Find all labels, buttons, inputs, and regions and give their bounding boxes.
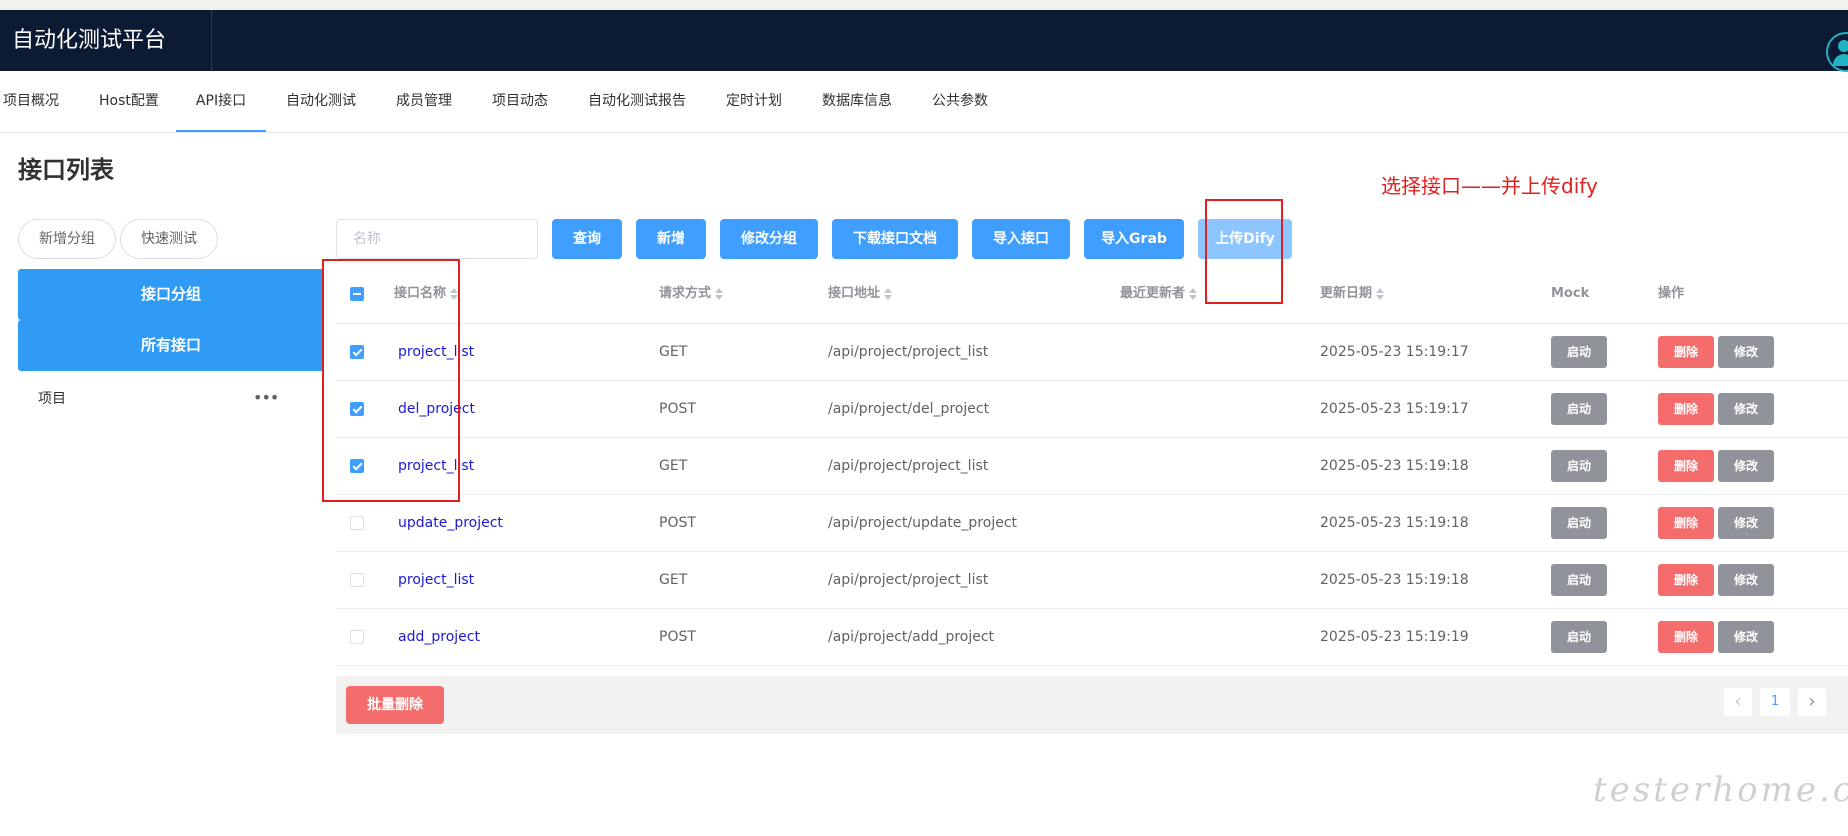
group-header: 接口分组	[18, 269, 324, 320]
more-icon[interactable]: •••	[253, 388, 279, 407]
app-title: 自动化测试平台	[12, 28, 167, 53]
mock-start-button[interactable]: 启动	[1551, 450, 1607, 482]
app-header: 自动化测试平台	[0, 10, 1848, 72]
update-date: 2025-05-23 15:19:17	[1320, 344, 1469, 360]
table-row: project_list GET /api/project/project_li…	[336, 552, 1848, 609]
delete-button[interactable]: 删除	[1658, 564, 1714, 596]
page-number[interactable]: 1	[1760, 688, 1790, 716]
nav-item-schedule[interactable]: 定时计划	[726, 71, 782, 132]
interface-name-link[interactable]: update_project	[398, 495, 503, 551]
query-button[interactable]: 查询	[552, 219, 622, 259]
column-header-path[interactable]: 接口地址	[828, 265, 893, 323]
edit-button[interactable]: 修改	[1718, 507, 1774, 539]
table-header: 接口名称 请求方式 接口地址 最近更新者 更新日期 Mock 操作	[336, 265, 1848, 324]
delete-button[interactable]: 删除	[1658, 450, 1714, 482]
edit-group-button[interactable]: 修改分组	[720, 219, 818, 259]
add-button[interactable]: 新增	[636, 219, 706, 259]
column-header-mock: Mock	[1551, 286, 1590, 301]
table-row: project_list GET /api/project/project_li…	[336, 438, 1848, 495]
interface-path: /api/project/project_list	[828, 344, 989, 360]
download-doc-button[interactable]: 下载接口文档	[832, 219, 958, 259]
edit-button[interactable]: 修改	[1718, 336, 1774, 368]
interface-name-link[interactable]: project_list	[398, 552, 474, 608]
watermark: testerhome.com	[1593, 770, 1848, 810]
prev-page-icon[interactable]: ‹	[1724, 688, 1752, 716]
request-method: POST	[659, 515, 696, 531]
nav-item-test-report[interactable]: 自动化测试报告	[588, 71, 686, 132]
row-checkbox[interactable]	[350, 516, 364, 530]
nav-item-public-params[interactable]: 公共参数	[932, 71, 988, 132]
sort-icon[interactable]	[1376, 287, 1385, 301]
update-date: 2025-05-23 15:19:19	[1320, 629, 1469, 645]
nav-item-activity[interactable]: 项目动态	[492, 71, 548, 132]
add-group-button[interactable]: 新增分组	[18, 219, 116, 259]
mock-start-button[interactable]: 启动	[1551, 336, 1607, 368]
sort-icon[interactable]	[884, 287, 893, 301]
row-checkbox[interactable]	[350, 630, 364, 644]
mock-start-button[interactable]: 启动	[1551, 393, 1607, 425]
interface-path: /api/project/update_project	[828, 515, 1018, 531]
request-method: GET	[659, 344, 688, 360]
annotation-box-upload	[1205, 199, 1283, 304]
browser-top-strip	[0, 0, 1848, 10]
edit-button[interactable]: 修改	[1718, 621, 1774, 653]
nav-item-overview[interactable]: 项目概况	[3, 71, 59, 132]
nav-item-host-config[interactable]: Host配置	[99, 71, 159, 132]
table-row: update_project POST /api/project/update_…	[336, 495, 1848, 552]
import-interface-button[interactable]: 导入接口	[972, 219, 1070, 259]
table-row: del_project POST /api/project/del_projec…	[336, 381, 1848, 438]
delete-button[interactable]: 删除	[1658, 393, 1714, 425]
column-header-method[interactable]: 请求方式	[659, 265, 724, 323]
nav-item-auto-test[interactable]: 自动化测试	[286, 71, 356, 132]
request-method: GET	[659, 572, 688, 588]
mock-start-button[interactable]: 启动	[1551, 564, 1607, 596]
page-title: 接口列表	[18, 156, 114, 184]
user-avatar-icon[interactable]	[1826, 32, 1848, 72]
import-grab-button[interactable]: 导入Grab	[1084, 219, 1184, 259]
interface-path: /api/project/del_project	[828, 401, 990, 417]
column-header-ops: 操作	[1658, 286, 1685, 301]
interface-path: /api/project/add_project	[828, 629, 995, 645]
edit-button[interactable]: 修改	[1718, 393, 1774, 425]
update-date: 2025-05-23 15:19:18	[1320, 515, 1469, 531]
all-interfaces-item[interactable]: 所有接口	[18, 320, 324, 371]
search-input[interactable]	[336, 219, 538, 259]
mock-start-button[interactable]: 启动	[1551, 621, 1607, 653]
edit-button[interactable]: 修改	[1718, 564, 1774, 596]
annotation-box-checkboxes	[322, 259, 460, 502]
batch-delete-button[interactable]: 批量删除	[346, 686, 444, 724]
quick-test-button[interactable]: 快速测试	[120, 219, 218, 259]
next-page-icon[interactable]: ›	[1798, 688, 1826, 716]
row-checkbox[interactable]	[350, 573, 364, 587]
request-method: GET	[659, 458, 688, 474]
sort-icon[interactable]	[715, 287, 724, 301]
update-date: 2025-05-23 15:19:18	[1320, 458, 1469, 474]
request-method: POST	[659, 629, 696, 645]
table-row: project_list GET /api/project/project_li…	[336, 324, 1848, 381]
update-date: 2025-05-23 15:19:17	[1320, 401, 1469, 417]
nav-item-database[interactable]: 数据库信息	[822, 71, 892, 132]
interface-path: /api/project/project_list	[828, 458, 989, 474]
table-row: add_project POST /api/project/add_projec…	[336, 609, 1848, 666]
update-date: 2025-05-23 15:19:18	[1320, 572, 1469, 588]
column-header-updater[interactable]: 最近更新者	[1120, 265, 1198, 323]
delete-button[interactable]: 删除	[1658, 621, 1714, 653]
nav-item-members[interactable]: 成员管理	[396, 71, 452, 132]
delete-button[interactable]: 删除	[1658, 507, 1714, 539]
interface-name-link[interactable]: add_project	[398, 609, 480, 665]
edit-button[interactable]: 修改	[1718, 450, 1774, 482]
tree-item-project[interactable]: 项目	[38, 388, 66, 408]
column-header-date[interactable]: 更新日期	[1320, 265, 1385, 323]
nav-item-api[interactable]: API接口	[176, 71, 266, 132]
mock-start-button[interactable]: 启动	[1551, 507, 1607, 539]
delete-button[interactable]: 删除	[1658, 336, 1714, 368]
header-divider	[211, 10, 212, 71]
annotation-text: 选择接口——并上传dify	[1381, 174, 1598, 198]
request-method: POST	[659, 401, 696, 417]
sort-icon[interactable]	[1189, 287, 1198, 301]
top-nav: 项目概况 Host配置 API接口 自动化测试 成员管理 项目动态 自动化测试报…	[0, 71, 1848, 133]
interface-path: /api/project/project_list	[828, 572, 989, 588]
table-footer: 批量删除 ‹ 1 ›	[336, 676, 1848, 734]
